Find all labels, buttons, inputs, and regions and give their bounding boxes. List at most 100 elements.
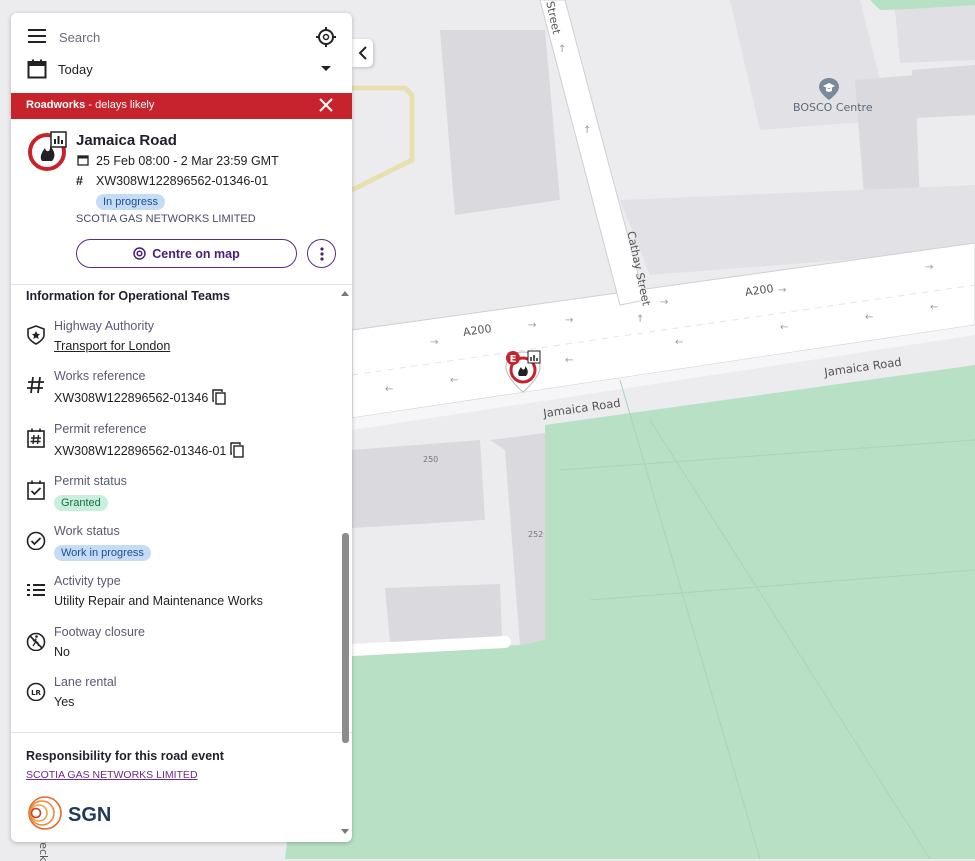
lane-rental-icon: LR — [26, 682, 46, 701]
svg-text:→: → — [565, 315, 573, 326]
copy-icon[interactable] — [212, 389, 226, 405]
scrollbar-thumb[interactable] — [342, 533, 349, 743]
scroll-up-arrow[interactable] — [341, 291, 349, 296]
centre-on-map-button[interactable]: Centre on map — [76, 239, 297, 268]
close-icon[interactable] — [318, 97, 334, 113]
svg-text:↑: ↑ — [558, 44, 566, 55]
clipboard-check-icon — [27, 480, 45, 500]
permit-reference-value: XW308W122896562-01346-01 — [54, 444, 227, 458]
school-icon[interactable] — [818, 77, 840, 101]
svg-text:←: ← — [780, 322, 788, 333]
highway-authority-link[interactable]: Transport for London — [54, 339, 170, 353]
menu-icon[interactable] — [28, 29, 46, 43]
event-type-banner: Roadworks - delays likely — [11, 93, 352, 119]
info-value: XW308W122896562-01346 — [54, 389, 226, 405]
more-options-button[interactable] — [307, 239, 336, 268]
chevron-down-icon[interactable] — [321, 66, 331, 71]
info-label: Highway Authority — [54, 319, 155, 333]
list-icon — [27, 584, 45, 596]
info-value: XW308W122896562-01346-01 — [54, 442, 245, 458]
footway-closure-value: No — [54, 645, 70, 659]
info-label: Footway closure — [54, 625, 146, 639]
check-circle-icon — [26, 531, 46, 550]
info-value: Granted — [54, 495, 108, 511]
info-highway-authority: Highway Authority Transport for London — [26, 319, 336, 363]
sgn-logo: SGN — [28, 796, 111, 830]
centre-on-map-label: Centre on map — [152, 246, 240, 261]
info-label: Permit status — [54, 474, 127, 488]
side-panel: Today Roadworks - delays likely Jamaica … — [11, 13, 352, 842]
info-footway-closure: Footway closure No — [26, 625, 336, 669]
collapse-panel-button[interactable] — [352, 39, 373, 67]
status-badge: In progress — [96, 194, 166, 210]
poi-label-bosco[interactable]: BOSCO Centre — [793, 101, 873, 114]
info-value: Work in progress — [54, 545, 151, 561]
marker-letter: E — [510, 354, 517, 365]
roadworks-event-icon — [28, 131, 67, 171]
svg-text:→: → — [660, 297, 668, 308]
svg-text:←: ← — [450, 375, 458, 386]
building-number: 252 — [528, 530, 544, 539]
svg-text:←: ← — [865, 312, 873, 323]
hash-icon — [27, 376, 44, 394]
works-reference-value: XW308W122896562-01346 — [54, 391, 209, 405]
scroll-down-arrow[interactable] — [341, 829, 349, 834]
lane-rental-value: Yes — [54, 695, 75, 709]
event-title: Jamaica Road — [76, 132, 177, 149]
info-work-status: Work status Work in progress — [26, 524, 336, 568]
svg-text:↑: ↑ — [583, 125, 591, 136]
no-pedestrian-icon — [26, 632, 46, 651]
info-activity-type: Activity type Utility Repair and Mainten… — [26, 574, 336, 618]
shield-star-icon — [27, 325, 45, 345]
target-icon — [133, 247, 146, 260]
svg-text:←: ← — [565, 355, 573, 366]
info-label: Works reference — [54, 369, 146, 383]
svg-text:→: → — [430, 337, 438, 348]
work-status-badge: Work in progress — [54, 545, 151, 561]
calendar-icon — [27, 59, 47, 79]
date-filter-value[interactable]: Today — [58, 62, 93, 77]
event-dates: 25 Feb 08:00 - 2 Mar 23:59 GMT — [96, 154, 279, 168]
event-reference-row: # XW308W122896562-01346-01 — [76, 174, 268, 188]
section-heading-operational: Information for Operational Teams — [26, 289, 230, 303]
info-label: Permit reference — [54, 422, 147, 436]
hash-icon: # — [76, 174, 83, 188]
event-organisation: SCOTIA GAS NETWORKS LIMITED — [76, 213, 256, 225]
crosshair-icon[interactable] — [316, 27, 336, 47]
svg-text:←: ← — [930, 302, 938, 313]
permit-status-badge: Granted — [54, 495, 108, 511]
building-number: 250 — [423, 455, 439, 464]
calendar-icon — [77, 155, 89, 166]
more-vertical-icon — [319, 246, 324, 261]
copy-icon[interactable] — [230, 442, 245, 458]
divider — [11, 284, 352, 285]
lane-rental-badge-text: LR — [31, 689, 41, 697]
search-input[interactable] — [57, 25, 301, 49]
info-label: Lane rental — [54, 675, 117, 689]
permit-hash-icon — [27, 428, 45, 448]
svg-text:→: → — [528, 320, 536, 331]
info-label: Work status — [54, 524, 120, 538]
sgn-logo-text: SGN — [68, 804, 111, 826]
event-status: In progress — [96, 194, 166, 210]
svg-text:↑: ↑ — [636, 314, 644, 325]
banner-subtitle: - delays likely — [85, 99, 155, 111]
section-heading-responsibility: Responsibility for this road event — [26, 749, 224, 763]
info-permit-reference: Permit reference XW308W122896562-01346-0… — [26, 422, 336, 466]
info-works-reference: Works reference XW308W122896562-01346 — [26, 369, 336, 413]
svg-text:←: ← — [675, 337, 683, 348]
info-label: Activity type — [54, 574, 121, 588]
activity-type-value: Utility Repair and Maintenance Works — [54, 594, 263, 608]
svg-text:→: → — [925, 262, 933, 273]
svg-text:←: ← — [385, 384, 393, 395]
event-dates-row: 25 Feb 08:00 - 2 Mar 23:59 GMT — [76, 154, 279, 168]
info-lane-rental: LR Lane rental Yes — [26, 675, 336, 719]
info-permit-status: Permit status Granted — [26, 474, 336, 518]
svg-text:→: → — [778, 285, 786, 296]
event-reference: XW308W122896562-01346-01 — [96, 174, 269, 188]
chevron-left-icon — [358, 46, 367, 60]
roadworks-marker[interactable]: E — [500, 348, 546, 394]
divider — [11, 732, 352, 733]
responsible-organisation-link[interactable]: SCOTIA GAS NETWORKS LIMITED — [26, 769, 198, 781]
banner-type: Roadworks — [26, 99, 86, 111]
